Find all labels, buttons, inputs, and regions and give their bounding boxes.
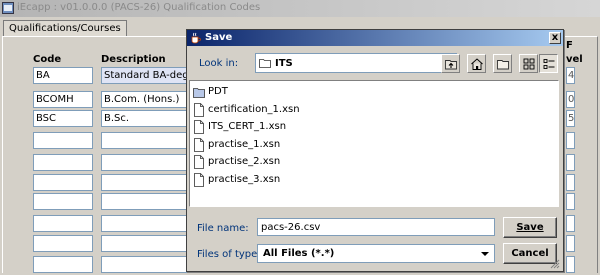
save-button[interactable]: Save [503,217,557,238]
description-cell[interactable] [101,193,191,210]
dialog-titlebar[interactable]: Save x [187,30,563,46]
code-cell[interactable] [33,193,93,210]
list-view-icon [523,58,535,70]
save-button-label: Save [516,222,544,233]
description-cell[interactable] [101,154,191,171]
file-icon [193,137,205,152]
look-in-value: ITS [275,58,293,69]
home-icon [471,58,483,70]
cancel-button-label: Cancel [511,248,549,259]
up-one-level-icon [445,60,457,70]
column-header-partial-top: F [566,40,573,51]
partial-cell-value: 0 [568,94,575,105]
cancel-button[interactable]: Cancel [503,243,557,264]
file-name-label: File name: [197,223,249,234]
partial-cell[interactable]: 4 [566,67,575,84]
partial-cell-value: 4 [568,70,575,81]
partial-cell[interactable] [566,215,575,232]
look-in-label: Look in: [199,58,239,69]
file-name-text: practise_2.xsn [208,156,281,167]
list-view-button[interactable] [519,54,538,73]
description-cell[interactable]: B.Com. (Hons.) [101,91,191,108]
resize-grip-icon[interactable] [550,259,560,269]
tab-qualifications-courses[interactable]: Qualifications/Courses [3,20,127,37]
folder-icon [259,59,271,68]
description-cell[interactable] [101,215,191,232]
code-cell[interactable] [33,235,93,252]
save-dialog: Save x Look in: ITS PDT certification_1.… [186,29,564,272]
new-folder-button[interactable] [493,54,512,73]
file-icon [193,155,205,169]
code-cell[interactable] [33,256,93,273]
close-icon: x [551,32,559,43]
column-header-code: Code [33,54,62,65]
description-cell[interactable] [101,174,191,191]
file-name-input[interactable]: pacs-26.csv [257,218,495,236]
chevron-down-icon[interactable] [478,247,492,261]
details-view-button[interactable] [539,54,558,73]
files-of-type-label: Files of type: [197,249,261,260]
home-button[interactable] [467,54,486,73]
code-cell[interactable] [33,174,93,191]
code-cell[interactable]: BSC [33,110,93,127]
code-cell[interactable] [33,215,93,232]
look-in-dropdown[interactable]: ITS [255,53,457,73]
code-cell[interactable]: BA [33,67,93,84]
coffee-cup-icon [191,32,201,44]
files-of-type-dropdown[interactable]: All Files (*.*) [257,244,495,263]
partial-cell[interactable] [566,132,575,149]
file-icon [193,172,205,187]
partial-cell[interactable]: 0 [566,91,575,108]
code-cell[interactable] [33,154,93,171]
folder-icon [193,85,205,99]
file-name-text: practise_1.xsn [208,138,281,150]
partial-cell[interactable] [566,154,575,171]
partial-cell[interactable] [566,193,575,210]
column-header-description: Description [101,54,166,65]
file-name-text: certification_1.xsn [208,103,300,115]
new-folder-icon [497,60,509,70]
file-icon [193,120,205,134]
file-list[interactable]: PDT certification_1.xsn ITS_CERT_1.xsnprac… [189,80,559,207]
file-name-text: practise_3.xsn [208,173,281,185]
details-view-icon [543,59,555,69]
description-cell[interactable]: Standard BA-degree [101,67,191,84]
files-of-type-value: All Files (*.*) [263,248,335,259]
app-icon [2,2,14,14]
column-header-partial-bottom: vel [566,54,583,65]
partial-cell[interactable] [566,235,575,252]
description-cell[interactable] [101,235,191,252]
description-cell[interactable]: B.Sc. [101,110,191,127]
partial-cell-value: 5 [568,113,575,124]
app-titlebar: iEcapp : v01.0.0.0 (PACS-26) Qualificati… [0,0,600,17]
close-button[interactable]: x [549,32,561,44]
file-name-text: ITS_CERT_1.xsn [208,121,287,132]
up-one-level-button[interactable] [441,54,460,73]
partial-cell[interactable]: 5 [566,110,575,127]
description-cell[interactable] [101,132,191,149]
app-title: iEcapp : v01.0.0.0 (PACS-26) Qualificati… [17,2,261,13]
dialog-title: Save [205,32,233,43]
description-cell[interactable] [101,256,191,273]
code-cell[interactable]: BCOMH [33,91,93,108]
file-icon [193,102,205,117]
partial-cell[interactable] [566,256,575,273]
file-name-text: PDT [208,86,228,97]
code-cell[interactable] [33,132,93,149]
partial-cell[interactable] [566,174,575,191]
